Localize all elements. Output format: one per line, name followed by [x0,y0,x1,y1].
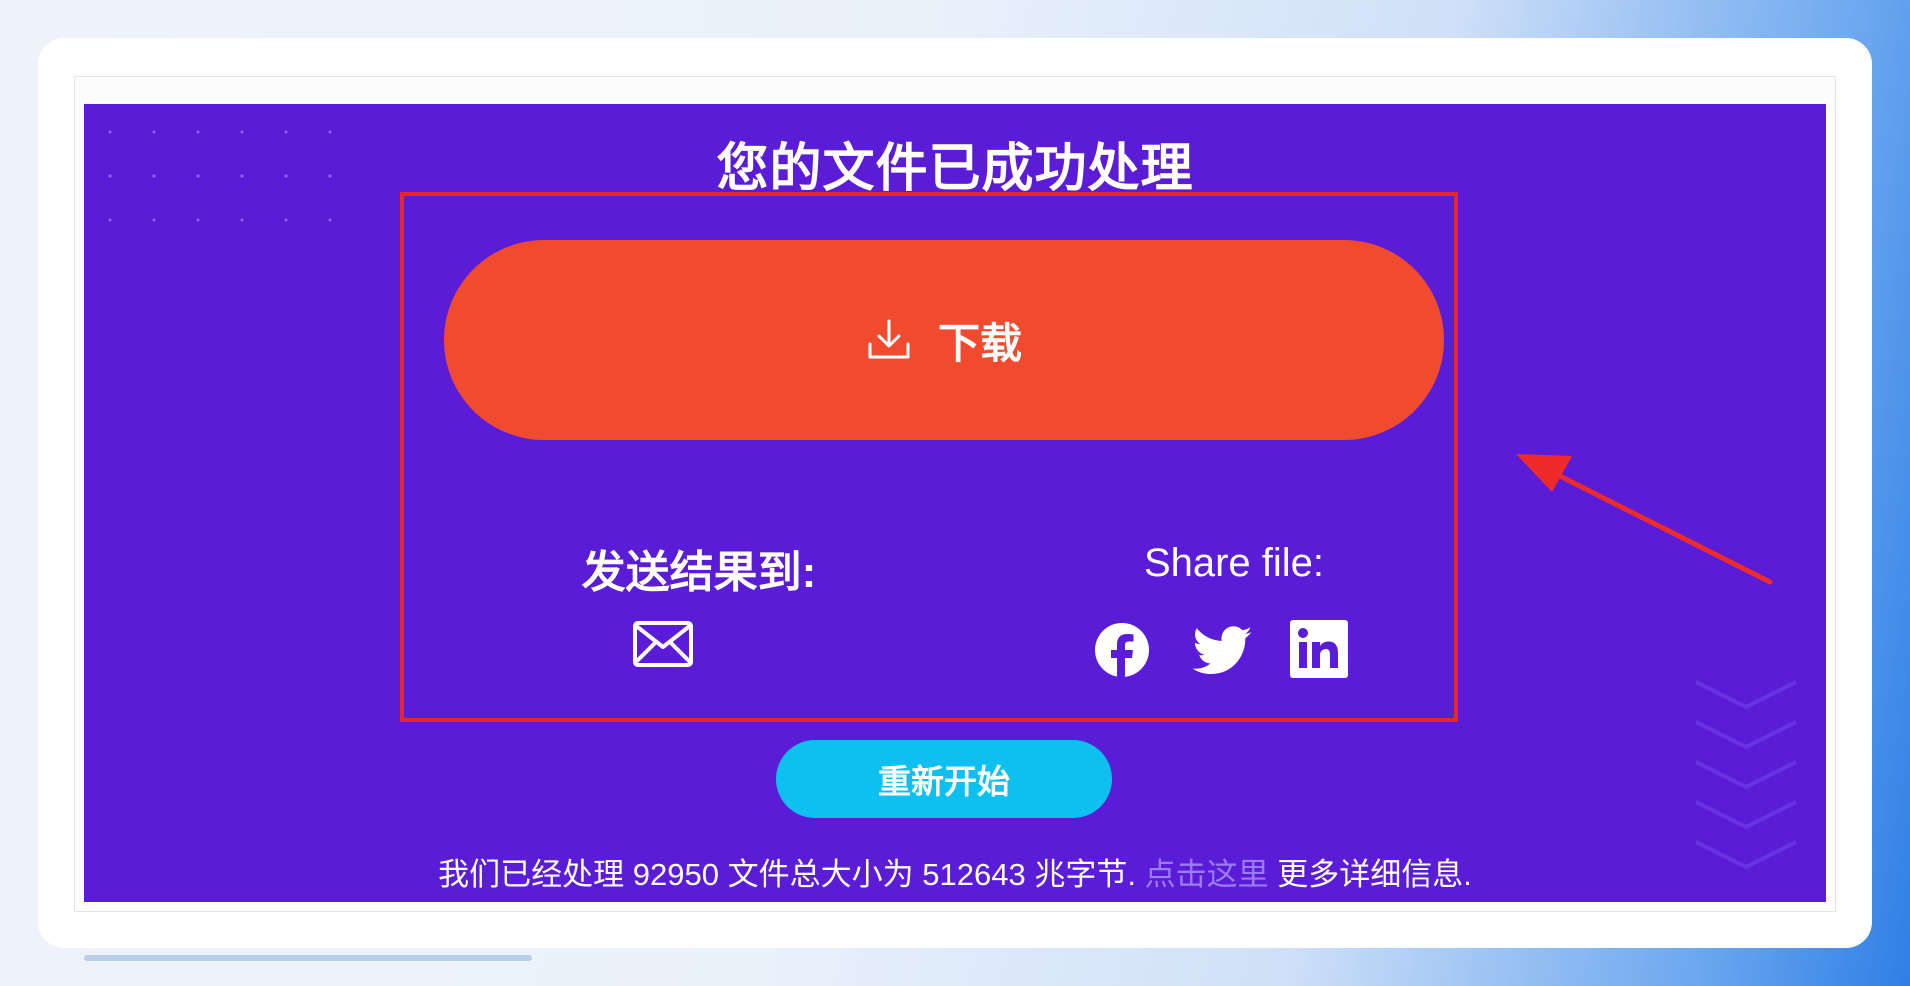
share-file-label: Share file: [1143,541,1325,585]
page-title: 您的文件已成功处理 [716,140,1194,198]
annotation-arrow [1516,454,1773,585]
twitter-icon[interactable] [1192,626,1253,681]
stats-line: 我们已经处理 92950 文件总大小为 512643 兆字节. 点击这里 更多详… [84,849,1826,894]
download-label: 下载 [937,319,1022,367]
stats-suffix: 更多详细信息. [1277,857,1472,892]
restart-button[interactable]: 重新开始 [776,740,1112,818]
horizontal-scrollbar[interactable] [84,955,532,961]
send-results-label: 发送结果到: [581,548,817,597]
linkedin-icon[interactable] [1290,620,1348,683]
stats-unit: 兆字节. [1034,857,1136,892]
download-button[interactable]: 下载 [444,240,1444,440]
details-link[interactable]: 点击这里 [1145,857,1269,892]
stats-total-size: 512643 [922,857,1026,892]
download-icon [866,317,912,364]
stats-prefix: 我们已经处理 [438,857,625,892]
mail-icon[interactable] [632,619,694,669]
facebook-icon[interactable] [1094,622,1150,683]
stats-file-count: 92950 [632,857,719,892]
stats-middle: 文件总大小为 [727,857,914,892]
